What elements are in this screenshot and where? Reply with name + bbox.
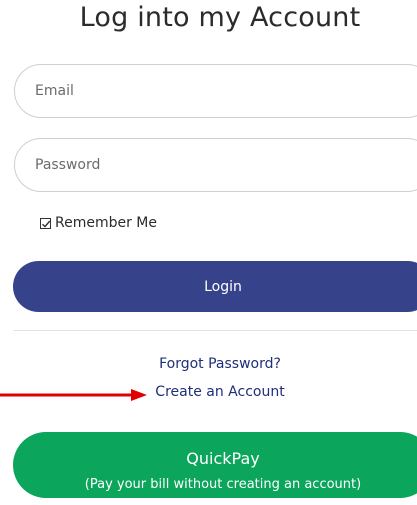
forgot-password-link[interactable]: Forgot Password?	[0, 356, 417, 372]
password-field[interactable]	[14, 138, 417, 192]
quickpay-subtitle: (Pay your bill without creating an accou…	[84, 477, 362, 492]
quickpay-label: QuickPay	[186, 449, 260, 468]
red-arrow-icon	[0, 389, 147, 401]
remember-me-checkbox[interactable]	[40, 217, 51, 229]
checkmark-icon	[42, 220, 51, 228]
email-field[interactable]	[14, 64, 417, 118]
login-button[interactable]: Login	[13, 261, 417, 312]
remember-me-label: Remember Me	[55, 215, 157, 231]
quickpay-button[interactable]: QuickPay (Pay your bill without creating…	[13, 432, 417, 498]
page-title: Log into my Account	[79, 2, 361, 33]
remember-me-option[interactable]: Remember Me	[40, 215, 157, 231]
divider	[13, 330, 417, 331]
